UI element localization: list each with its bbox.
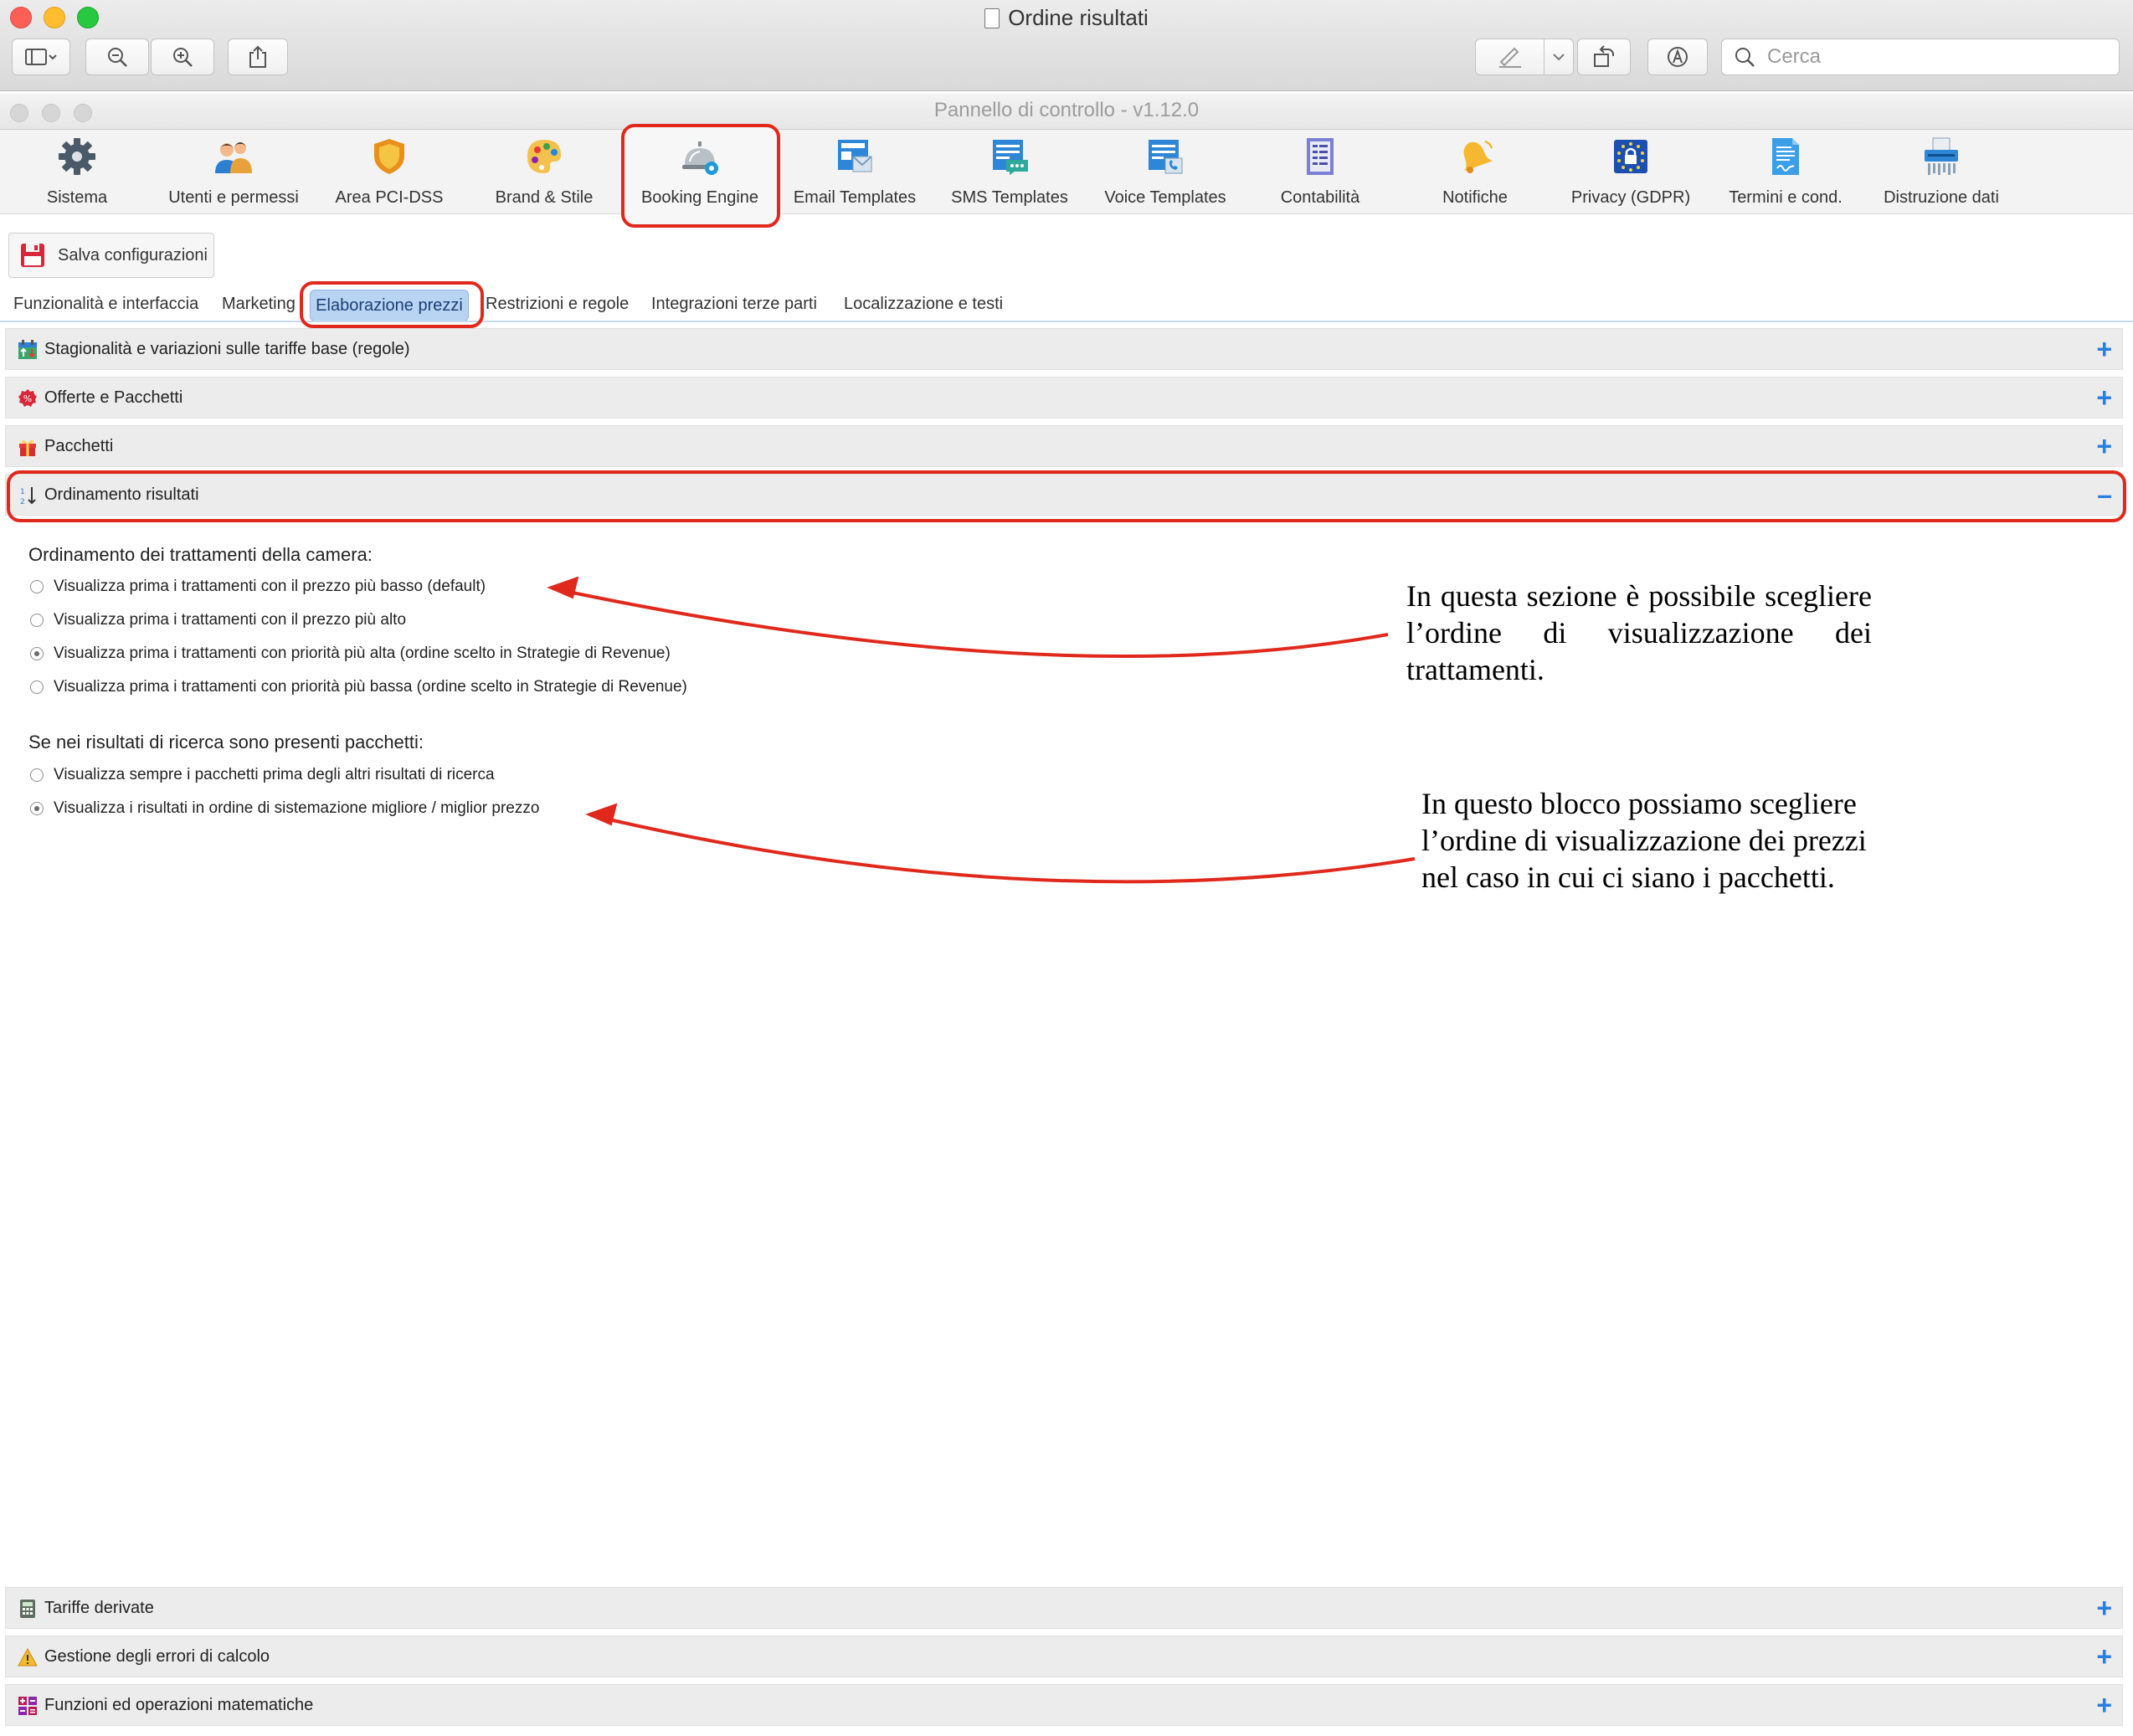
expand-toggle[interactable]: + bbox=[2096, 1595, 2112, 1621]
annotation-arrow bbox=[552, 587, 1389, 659]
section-tariffe-derivate[interactable]: Tariffe derivate + bbox=[5, 1587, 2123, 1629]
arrow-head-icon bbox=[547, 576, 579, 599]
annotation-arrow bbox=[590, 814, 1416, 884]
expand-toggle[interactable]: + bbox=[2096, 1692, 2112, 1718]
warning-icon bbox=[18, 1647, 38, 1667]
math-grid-icon bbox=[18, 1697, 37, 1715]
annotation-arrows bbox=[547, 576, 1416, 884]
arrow-head-icon bbox=[585, 803, 618, 826]
section-label: Funzioni ed operazioni matematiche bbox=[44, 1696, 314, 1714]
section-label: Gestione degli errori di calcolo bbox=[44, 1647, 270, 1666]
calculator-icon bbox=[20, 1600, 35, 1618]
section-label: Tariffe derivate bbox=[44, 1599, 154, 1617]
section-gestione-errori[interactable]: Gestione degli errori di calcolo + bbox=[5, 1636, 2123, 1677]
expand-toggle[interactable]: + bbox=[2096, 1643, 2112, 1670]
section-funzioni-matematiche[interactable]: Funzioni ed operazioni matematiche + bbox=[5, 1684, 2123, 1726]
